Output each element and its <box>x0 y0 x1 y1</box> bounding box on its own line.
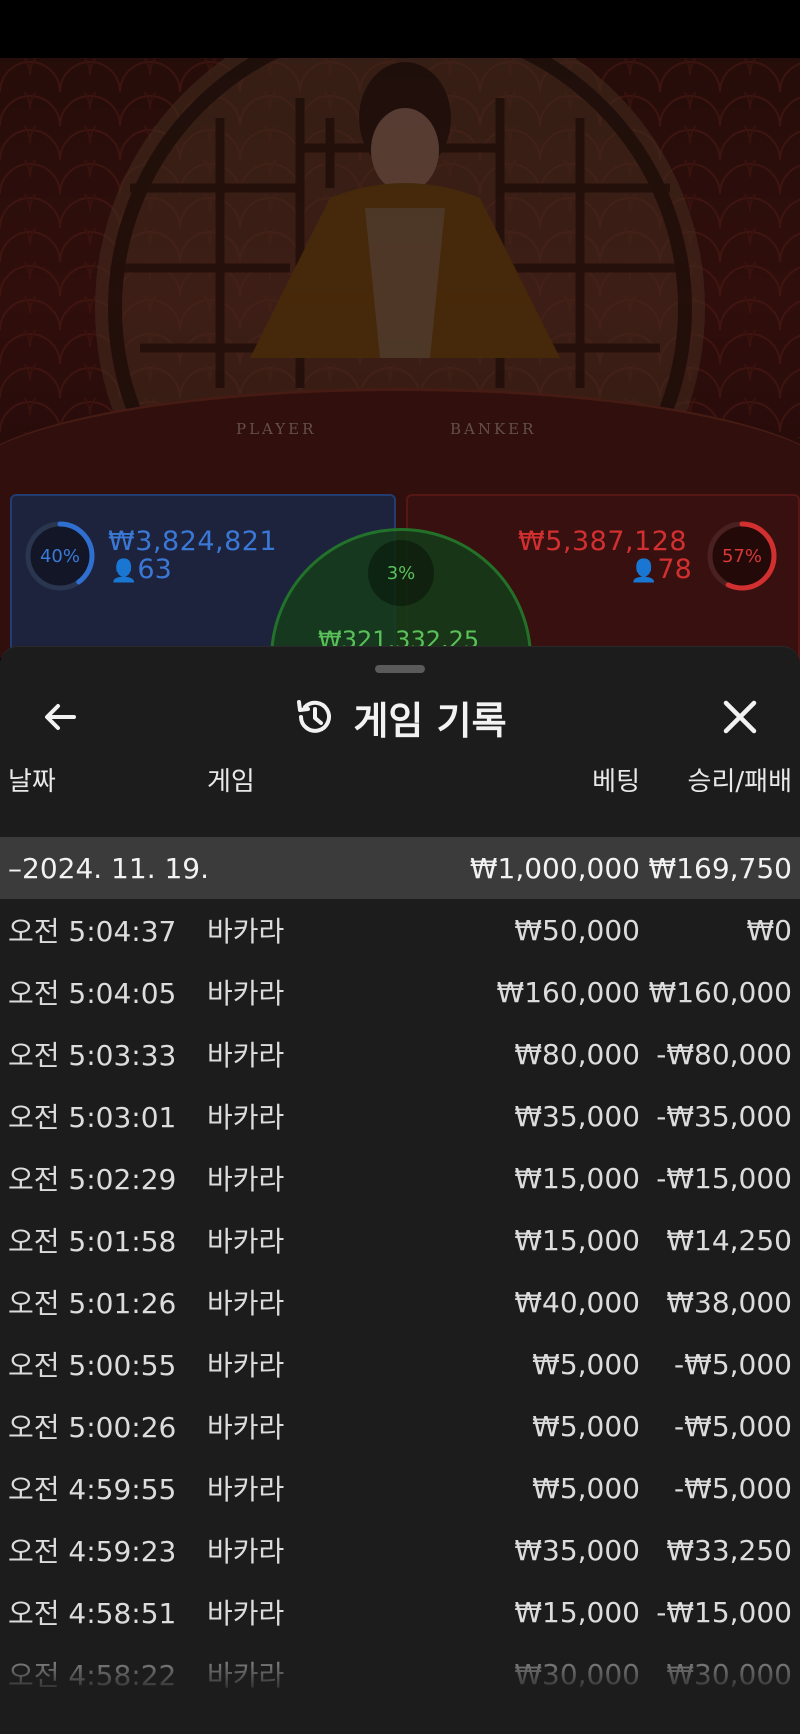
row-result: -₩5,000 <box>674 1409 792 1443</box>
list-fade <box>0 1627 800 1734</box>
history-row[interactable]: 오전 5:02:29 바카라 ₩15,000 -₩15,000 <box>0 1147 800 1209</box>
row-game: 바카라 <box>207 1225 285 1258</box>
row-time: 오전 5:00:55 <box>8 1349 177 1382</box>
row-time: 오전 5:01:58 <box>8 1225 177 1258</box>
date-group-result-total: ₩169,750 <box>648 851 792 885</box>
row-result: ₩14,250 <box>666 1223 792 1257</box>
row-bet: ₩5,000 <box>532 1347 640 1381</box>
history-row[interactable]: 오전 5:04:05 바카라 ₩160,000 ₩160,000 <box>0 961 800 1023</box>
row-time: 오전 5:01:26 <box>8 1287 177 1320</box>
history-row[interactable]: 오전 5:00:26 바카라 ₩5,000 -₩5,000 <box>0 1395 800 1457</box>
row-bet: ₩35,000 <box>514 1533 640 1567</box>
column-header-date: 날짜 <box>8 766 56 797</box>
history-list: 오전 5:04:37 바카라 ₩50,000 ₩0 오전 5:04:05 바카라 ₩160,… <box>0 899 800 1705</box>
row-time: 오전 5:04:05 <box>8 977 177 1010</box>
history-row[interactable]: 오전 5:03:33 바카라 ₩80,000 -₩80,000 <box>0 1023 800 1085</box>
row-time: 오전 5:04:37 <box>8 915 177 948</box>
row-result: ₩0 <box>746 913 793 947</box>
date-group-row[interactable]: –2024. 11. 19. ₩1,000,000 ₩169,750 <box>0 837 800 899</box>
close-button[interactable] <box>710 687 770 747</box>
history-row[interactable]: 오전 5:04:37 바카라 ₩50,000 ₩0 <box>0 899 800 961</box>
history-row[interactable]: 오전 4:59:55 바카라 ₩5,000 -₩5,000 <box>0 1457 800 1519</box>
row-bet: ₩35,000 <box>514 1099 640 1133</box>
game-history-sheet: 게임 기록 날짜 게임 베팅 승리/패배 –2024. 11. 19. ₩1,0… <box>0 646 800 1734</box>
row-time: 오전 5:03:33 <box>8 1039 177 1072</box>
date-group-bet-total: ₩1,000,000 <box>469 851 640 885</box>
arrow-left-icon <box>45 704 76 730</box>
row-bet: ₩5,000 <box>532 1471 640 1505</box>
row-result: ₩33,250 <box>666 1533 792 1567</box>
row-game: 바카라 <box>207 1411 285 1444</box>
history-row[interactable]: 오전 5:03:01 바카라 ₩35,000 -₩35,000 <box>0 1085 800 1147</box>
user-icon: 👤 <box>110 559 138 584</box>
row-time: 오전 5:02:29 <box>8 1163 177 1196</box>
row-game: 바카라 <box>207 1535 285 1568</box>
row-bet: ₩50,000 <box>514 913 640 947</box>
status-bar <box>0 0 800 58</box>
date-group-label: –2024. 11. 19. <box>8 851 210 885</box>
row-bet: ₩80,000 <box>514 1037 640 1071</box>
column-header-game: 게임 <box>207 766 255 797</box>
player-bet-amount: ₩3,824,821 <box>108 526 278 557</box>
row-game: 바카라 <box>207 1473 285 1506</box>
sheet-header: 게임 기록 <box>0 687 800 747</box>
column-header-bet: 베팅 <box>592 766 640 797</box>
history-icon <box>297 700 332 733</box>
user-icon: 👤 <box>630 559 658 584</box>
row-bet: ₩5,000 <box>532 1409 640 1443</box>
row-result: -₩35,000 <box>656 1099 792 1133</box>
banker-bettor-count: 👤78 <box>630 554 692 585</box>
row-time: 오전 5:03:01 <box>8 1101 177 1134</box>
banker-bet-amount: ₩5,387,128 <box>518 526 688 557</box>
history-row[interactable]: 오전 5:01:26 바카라 ₩40,000 ₩38,000 <box>0 1271 800 1333</box>
row-result: ₩38,000 <box>666 1285 792 1319</box>
row-bet: ₩160,000 <box>496 975 640 1009</box>
row-result: -₩80,000 <box>656 1037 792 1071</box>
history-row[interactable]: 오전 4:59:23 바카라 ₩35,000 ₩33,250 <box>0 1519 800 1581</box>
sheet-title: 게임 기록 <box>353 698 507 743</box>
row-result: -₩15,000 <box>656 1161 792 1195</box>
row-bet: ₩15,000 <box>514 1161 640 1195</box>
row-game: 바카라 <box>207 977 285 1010</box>
row-bet: ₩15,000 <box>514 1223 640 1257</box>
player-percent: 40% <box>39 545 80 567</box>
row-game: 바카라 <box>207 915 285 948</box>
history-row[interactable]: 오전 5:00:55 바카라 ₩5,000 -₩5,000 <box>0 1333 800 1395</box>
banker-percent: 57% <box>721 545 762 567</box>
row-game: 바카라 <box>207 1163 285 1196</box>
drag-handle[interactable] <box>375 665 425 673</box>
tie-percent: 3% <box>368 540 434 606</box>
row-time: 오전 5:00:26 <box>8 1411 177 1444</box>
close-icon <box>723 700 757 734</box>
row-game: 바카라 <box>207 1039 285 1072</box>
row-result: ₩160,000 <box>648 975 792 1009</box>
history-row[interactable]: 오전 5:01:58 바카라 ₩15,000 ₩14,250 <box>0 1209 800 1271</box>
row-game: 바카라 <box>207 1287 285 1320</box>
player-bettor-count: 👤63 <box>110 554 172 585</box>
row-game: 바카라 <box>207 1101 285 1134</box>
back-button[interactable] <box>30 687 90 747</box>
row-result: -₩5,000 <box>674 1347 792 1381</box>
column-header-result: 승리/패배 <box>687 766 792 797</box>
row-result: -₩5,000 <box>674 1471 792 1505</box>
row-time: 오전 4:59:55 <box>8 1473 177 1506</box>
row-bet: ₩40,000 <box>514 1285 640 1319</box>
row-time: 오전 4:59:23 <box>8 1535 177 1568</box>
row-game: 바카라 <box>207 1349 285 1382</box>
